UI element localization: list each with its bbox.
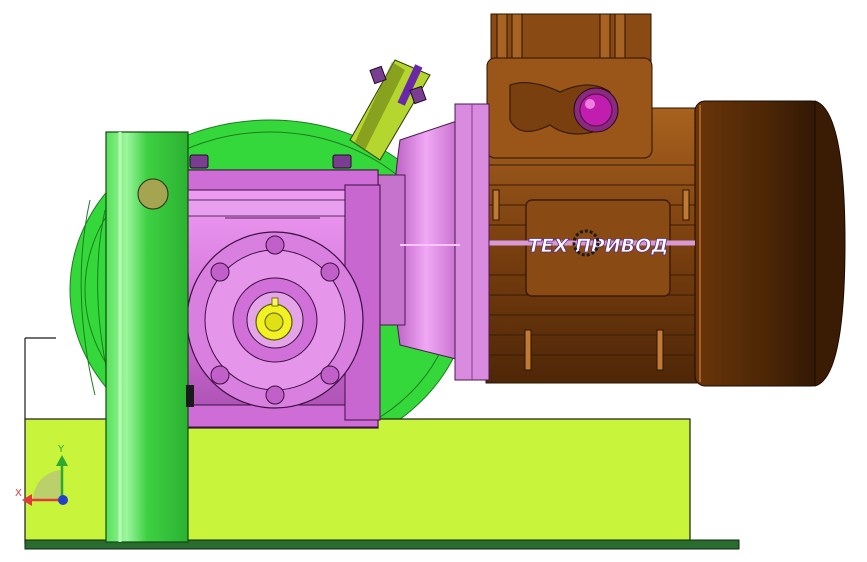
worm-gearbox bbox=[185, 154, 381, 429]
triad-origin bbox=[58, 495, 68, 505]
y-axis-label: Y bbox=[57, 444, 65, 455]
cad-model-view[interactable]: ТЕХ ПРИВОД Y X bbox=[0, 0, 867, 562]
x-axis-label: X bbox=[15, 488, 22, 499]
support-post bbox=[105, 131, 194, 543]
cad-viewport[interactable]: ТЕХ ПРИВОД Y X bbox=[0, 0, 867, 562]
